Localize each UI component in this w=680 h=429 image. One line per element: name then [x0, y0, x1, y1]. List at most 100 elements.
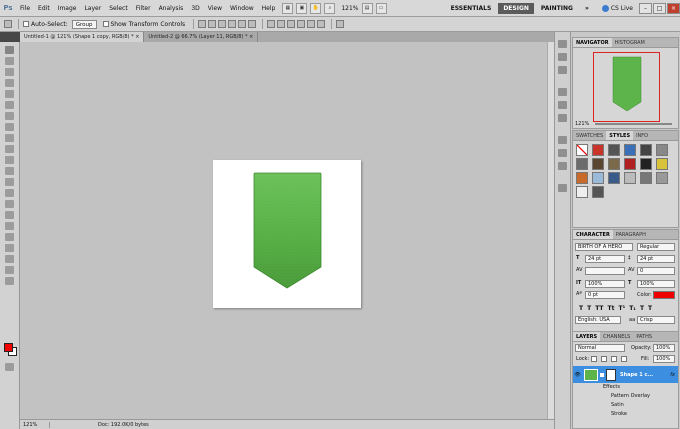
distribute-top-icon[interactable] — [267, 20, 276, 28]
zoom-icon[interactable]: ⌕ — [324, 2, 336, 14]
masks-icon[interactable] — [558, 101, 567, 109]
3d-icon[interactable] — [558, 149, 567, 157]
tool-presets-icon[interactable] — [558, 66, 567, 74]
style-swatch[interactable] — [624, 172, 636, 184]
style-swatch[interactable] — [608, 158, 620, 170]
gradient-tool-icon[interactable] — [5, 167, 14, 175]
tab-character[interactable]: CHARACTER — [573, 230, 613, 239]
leading-field[interactable]: 24 pt — [637, 255, 675, 263]
lock-position-icon[interactable] — [611, 356, 617, 362]
history-icon[interactable] — [558, 40, 567, 48]
zoom-tool-icon[interactable] — [5, 277, 14, 285]
distribute-left-icon[interactable] — [297, 20, 306, 28]
lasso-tool-icon[interactable] — [5, 68, 14, 76]
clone-stamp-tool-icon[interactable] — [5, 134, 14, 142]
close-button[interactable]: × — [667, 2, 680, 14]
marquee-tool-icon[interactable] — [5, 57, 14, 65]
menu-help[interactable]: Help — [258, 0, 280, 17]
superscript-button[interactable]: T¹ — [618, 305, 625, 312]
align-hcenter-icon[interactable] — [238, 20, 247, 28]
workspace-painting[interactable]: PAINTING — [536, 3, 578, 14]
navigator-zoom[interactable]: 121% — [575, 121, 589, 127]
workspace-design[interactable]: DESIGN — [498, 2, 534, 14]
tab-paragraph[interactable]: PARAGRAPH — [613, 230, 649, 239]
workspace-more[interactable]: » — [580, 3, 594, 14]
style-swatch[interactable] — [576, 186, 588, 198]
style-swatch[interactable] — [576, 158, 588, 170]
opacity-field[interactable]: 100% — [653, 344, 675, 352]
pen-tool-icon[interactable] — [5, 200, 14, 208]
workspace-essentials[interactable]: ESSENTIALS — [446, 3, 497, 14]
style-swatch[interactable] — [656, 158, 668, 170]
status-doc-size[interactable]: Doc: 192.0K/0 bytes — [50, 422, 149, 428]
fill-field[interactable]: 100% — [653, 355, 675, 363]
history-brush-tool-icon[interactable] — [5, 145, 14, 153]
tab-info[interactable]: INFO — [633, 131, 651, 140]
auto-select-dropdown[interactable]: Group — [71, 19, 97, 29]
tab-channels[interactable]: CHANNELS — [600, 332, 633, 341]
distribute-hcenter-icon[interactable] — [307, 20, 316, 28]
tab-untitled-1[interactable]: Untitled-1 @ 121% (Shape 1 copy, RGB/8) … — [20, 32, 145, 42]
auto-select-checkbox[interactable]: Auto-Select: — [23, 21, 68, 28]
align-left-icon[interactable] — [228, 20, 237, 28]
3d-rotate-tool-icon[interactable] — [5, 244, 14, 252]
align-bottom-icon[interactable] — [218, 20, 227, 28]
shape-tool-icon[interactable] — [5, 233, 14, 241]
style-swatch[interactable] — [592, 172, 604, 184]
screen-mode-icon[interactable]: ▭ — [375, 2, 387, 14]
blend-mode-select[interactable]: Normal — [575, 344, 625, 352]
blur-tool-icon[interactable] — [5, 178, 14, 186]
tab-layers[interactable]: LAYERS — [573, 332, 601, 341]
style-swatch[interactable] — [640, 144, 652, 156]
navigator-zoom-slider[interactable] — [595, 123, 672, 125]
effect-stroke[interactable]: Stroke — [573, 411, 678, 417]
type-tool-icon[interactable] — [5, 211, 14, 219]
effects-row[interactable]: Effects — [573, 384, 678, 390]
subscript-button[interactable]: T₁ — [629, 305, 636, 312]
tab-histogram[interactable]: HISTOGRAM — [612, 38, 648, 47]
menu-file[interactable]: File — [16, 0, 34, 17]
style-swatch[interactable] — [624, 144, 636, 156]
style-swatch[interactable] — [656, 172, 668, 184]
healing-brush-tool-icon[interactable] — [5, 112, 14, 120]
style-swatch[interactable] — [592, 144, 604, 156]
tab-swatches[interactable]: SWATCHES — [573, 131, 606, 140]
menu-image[interactable]: Image — [54, 0, 81, 17]
vertical-scrollbar[interactable] — [547, 42, 554, 419]
baseline-shift-field[interactable]: 0 pt — [585, 291, 625, 299]
faux-bold-button[interactable]: T — [579, 305, 583, 312]
visibility-eye-icon[interactable]: 👁 — [573, 372, 582, 378]
style-none-swatch[interactable] — [576, 144, 588, 156]
layer-row-shape-1-copy[interactable]: 👁 Shape 1 c... fx — [573, 366, 678, 383]
minimize-button[interactable]: – — [639, 2, 652, 14]
font-family-select[interactable]: BIRTH OF A HERO — [575, 243, 633, 251]
distribute-vcenter-icon[interactable] — [277, 20, 286, 28]
tab-paths[interactable]: PATHS — [633, 332, 655, 341]
strikethrough-button[interactable]: T — [648, 305, 652, 312]
navigator-preview[interactable] — [593, 52, 660, 122]
menu-analysis[interactable]: Analysis — [155, 0, 188, 17]
brush-tool-icon[interactable] — [5, 123, 14, 131]
3d-orbit-tool-icon[interactable] — [5, 255, 14, 263]
kerning-field[interactable] — [585, 267, 625, 275]
style-swatch[interactable] — [592, 186, 604, 198]
style-swatch[interactable] — [624, 158, 636, 170]
menu-filter[interactable]: Filter — [132, 0, 155, 17]
tracking-field[interactable]: 0 — [637, 267, 675, 275]
menu-view[interactable]: View — [204, 0, 226, 17]
distribute-bottom-icon[interactable] — [287, 20, 296, 28]
notes-icon[interactable] — [558, 162, 567, 170]
arrange-icon[interactable]: ▤ — [361, 2, 373, 14]
font-size-field[interactable]: 24 pt — [585, 255, 625, 263]
vertical-scale-field[interactable]: 100% — [585, 280, 625, 288]
menu-layer[interactable]: Layer — [80, 0, 105, 17]
style-swatch[interactable] — [608, 172, 620, 184]
quick-select-tool-icon[interactable] — [5, 79, 14, 87]
bookmark-shape[interactable] — [213, 160, 361, 308]
status-zoom[interactable]: 121% — [20, 421, 50, 428]
eraser-tool-icon[interactable] — [5, 156, 14, 164]
horizontal-scale-field[interactable]: 100% — [637, 280, 675, 288]
menu-select[interactable]: Select — [105, 0, 132, 17]
style-swatch[interactable] — [656, 144, 668, 156]
style-swatch[interactable] — [592, 158, 604, 170]
